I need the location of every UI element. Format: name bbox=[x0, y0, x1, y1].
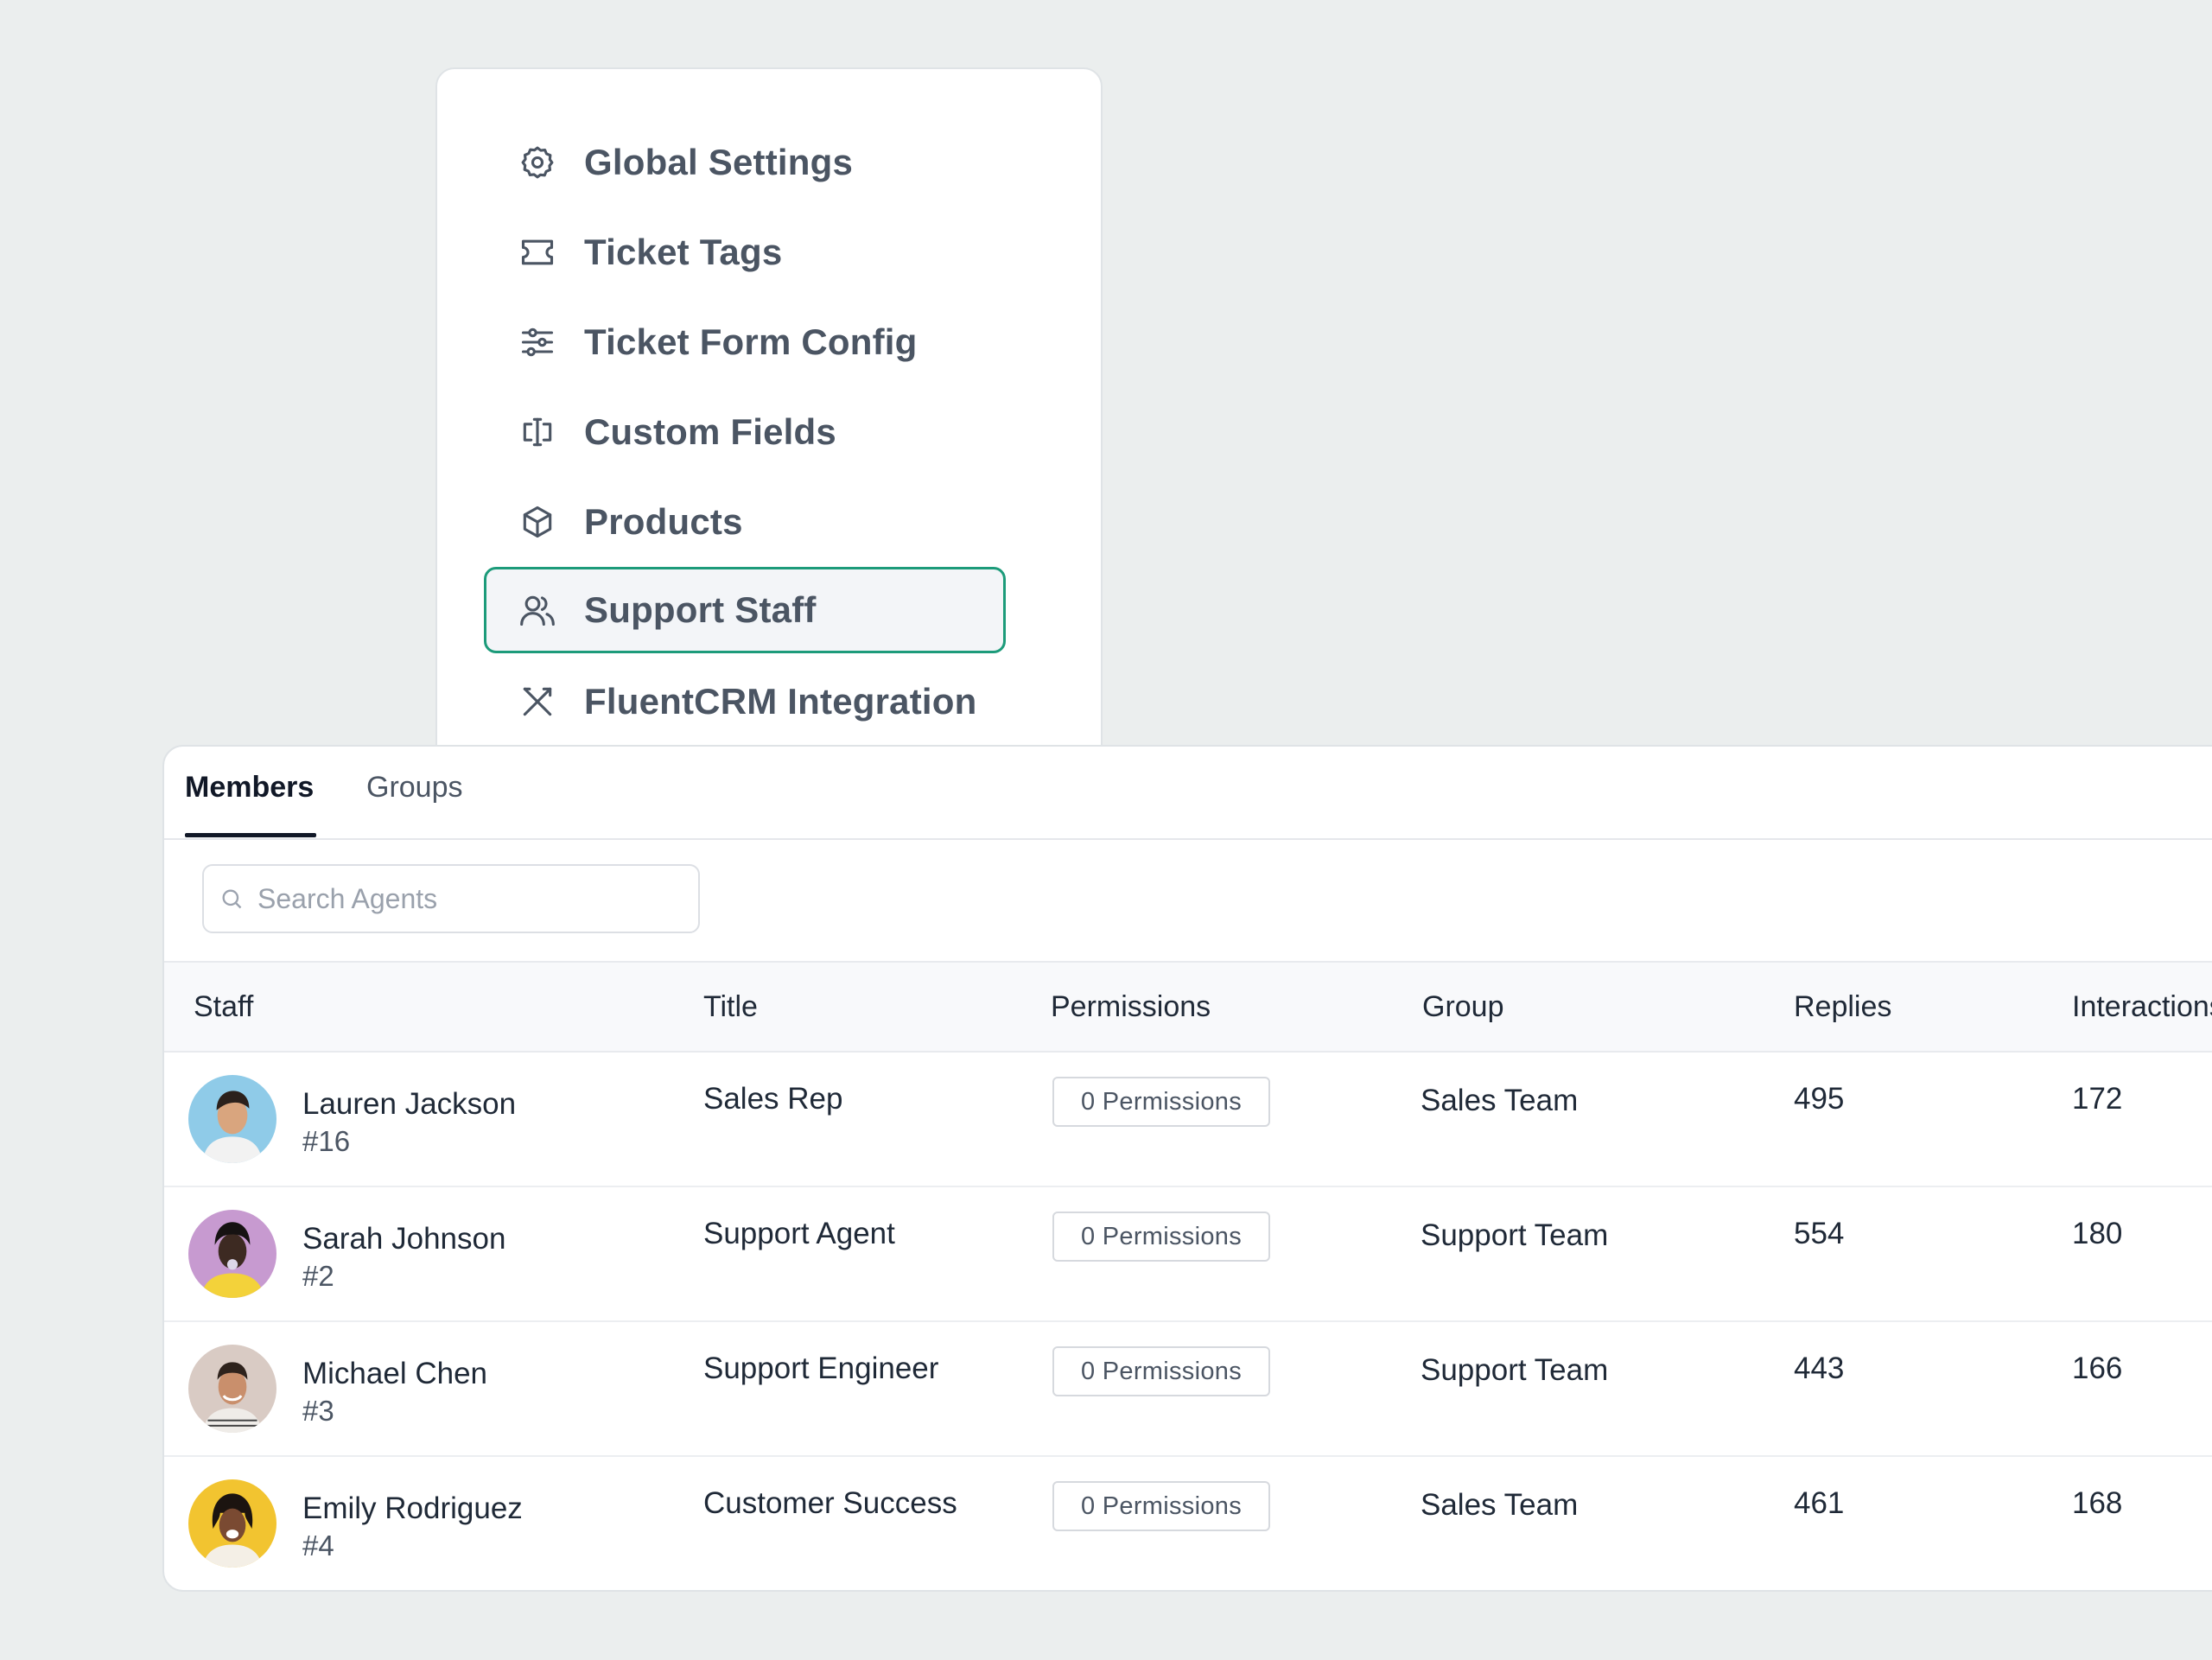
cube-icon bbox=[518, 503, 556, 541]
staff-name[interactable]: Michael Chen bbox=[302, 1357, 487, 1391]
gear-icon bbox=[518, 143, 556, 181]
table-header: Staff Title Permissions Group Replies In… bbox=[164, 961, 2212, 1053]
menu-item-support-staff[interactable]: Support Staff bbox=[484, 567, 1006, 653]
replies-count: 495 bbox=[1794, 1082, 1845, 1116]
staff-name[interactable]: Emily Rodriguez bbox=[302, 1491, 523, 1526]
staff-group: Sales Team bbox=[1421, 1488, 1579, 1522]
tab-bar: Members Groups bbox=[164, 747, 2212, 840]
table-row[interactable]: Sarah Johnson #2 Support Agent 0 Permiss… bbox=[164, 1187, 2212, 1322]
avatar bbox=[188, 1479, 276, 1568]
staff-group: Sales Team bbox=[1421, 1084, 1579, 1117]
menu-item-label: Global Settings bbox=[584, 142, 854, 182]
staff-id: #3 bbox=[302, 1395, 334, 1427]
menu-item-label: Support Staff bbox=[584, 589, 817, 630]
menu-item-label: Custom Fields bbox=[584, 411, 836, 452]
avatar bbox=[188, 1075, 276, 1163]
staff-group: Support Team bbox=[1421, 1218, 1609, 1252]
table-row[interactable]: Lauren Jackson #16 Sales Rep 0 Permissio… bbox=[164, 1053, 2212, 1187]
tab-groups[interactable]: Groups bbox=[366, 771, 463, 805]
column-header-title[interactable]: Title bbox=[703, 990, 758, 1024]
users-icon bbox=[518, 591, 556, 629]
tools-icon bbox=[518, 683, 556, 721]
tab-members[interactable]: Members bbox=[185, 771, 314, 805]
interactions-count: 172 bbox=[2072, 1082, 2123, 1116]
avatar bbox=[188, 1210, 276, 1298]
staff-id: #4 bbox=[302, 1530, 334, 1561]
permissions-badge[interactable]: 0 Permissions bbox=[1052, 1481, 1270, 1531]
staff-name[interactable]: Lauren Jackson bbox=[302, 1087, 516, 1122]
search-agents-box[interactable] bbox=[202, 864, 700, 933]
staff-title: Support Agent bbox=[703, 1217, 895, 1250]
active-tab-indicator bbox=[185, 833, 316, 837]
ticket-icon bbox=[518, 233, 556, 271]
interactions-count: 168 bbox=[2072, 1486, 2123, 1520]
avatar bbox=[188, 1345, 276, 1433]
staff-group: Support Team bbox=[1421, 1353, 1609, 1387]
sliders-icon bbox=[518, 323, 556, 361]
menu-item-label: Ticket Tags bbox=[584, 232, 783, 272]
menu-item-label: Ticket Form Config bbox=[584, 321, 918, 362]
menu-item-products[interactable]: Products bbox=[484, 479, 1006, 565]
staff-title: Customer Success bbox=[703, 1486, 957, 1520]
column-header-group[interactable]: Group bbox=[1422, 990, 1504, 1024]
permissions-badge[interactable]: 0 Permissions bbox=[1052, 1077, 1270, 1127]
staff-title: Sales Rep bbox=[703, 1082, 843, 1116]
support-staff-panel: Members Groups Staff Title Permissions G… bbox=[162, 745, 2212, 1592]
search-input[interactable] bbox=[256, 881, 674, 916]
menu-item-global-settings[interactable]: Global Settings bbox=[484, 119, 1006, 206]
staff-id: #16 bbox=[302, 1125, 351, 1157]
table-row[interactable]: Michael Chen #3 Support Engineer 0 Permi… bbox=[164, 1322, 2212, 1457]
text-cursor-icon bbox=[518, 413, 556, 451]
search-icon bbox=[219, 887, 244, 911]
column-header-interactions[interactable]: Interactions bbox=[2072, 990, 2212, 1024]
interactions-count: 180 bbox=[2072, 1217, 2123, 1250]
menu-item-fluentcrm-integration[interactable]: FluentCRM Integration bbox=[484, 658, 1006, 745]
table-row[interactable]: Emily Rodriguez #4 Customer Success 0 Pe… bbox=[164, 1457, 2212, 1590]
menu-item-ticket-tags[interactable]: Ticket Tags bbox=[484, 209, 1006, 296]
staff-name[interactable]: Sarah Johnson bbox=[302, 1222, 505, 1256]
settings-menu: Global Settings Ticket Tags Ticket Form … bbox=[435, 67, 1103, 845]
permissions-badge[interactable]: 0 Permissions bbox=[1052, 1346, 1270, 1396]
permissions-badge[interactable]: 0 Permissions bbox=[1052, 1212, 1270, 1262]
column-header-replies[interactable]: Replies bbox=[1794, 990, 1891, 1024]
menu-item-custom-fields[interactable]: Custom Fields bbox=[484, 389, 1006, 475]
replies-count: 461 bbox=[1794, 1486, 1845, 1520]
column-header-staff[interactable]: Staff bbox=[194, 990, 253, 1024]
menu-item-label: FluentCRM Integration bbox=[584, 681, 977, 722]
menu-item-label: Products bbox=[584, 501, 743, 542]
menu-item-ticket-form-config[interactable]: Ticket Form Config bbox=[484, 299, 1006, 385]
interactions-count: 166 bbox=[2072, 1352, 2123, 1385]
replies-count: 443 bbox=[1794, 1352, 1845, 1385]
replies-count: 554 bbox=[1794, 1217, 1845, 1250]
staff-id: #2 bbox=[302, 1260, 334, 1292]
column-header-permissions[interactable]: Permissions bbox=[1051, 990, 1211, 1024]
staff-title: Support Engineer bbox=[703, 1352, 939, 1385]
